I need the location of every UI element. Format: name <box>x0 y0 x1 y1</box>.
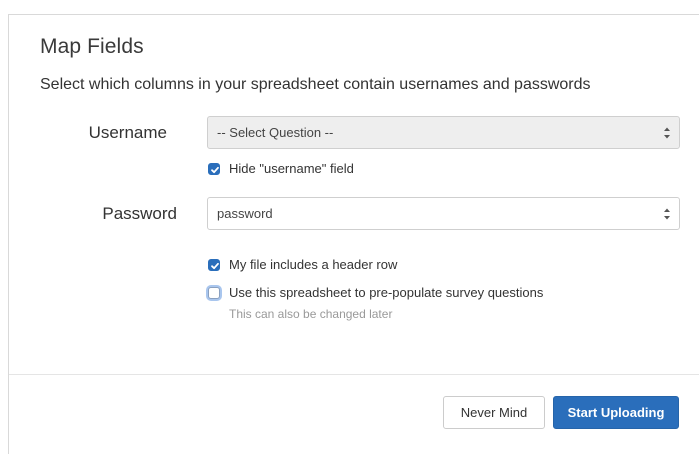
dialog-subtitle: Select which columns in your spreadsheet… <box>40 76 591 93</box>
footer-divider <box>9 374 699 375</box>
username-label: Username <box>88 123 167 142</box>
hide-username-checkbox[interactable] <box>208 162 220 175</box>
password-select[interactable]: password <box>207 197 680 230</box>
checkmark-icon <box>211 262 219 269</box>
header-row-option[interactable]: My file includes a header row <box>208 257 397 272</box>
map-fields-dialog: Map Fields Select which columns in your … <box>8 14 699 454</box>
select-caret-icon <box>664 208 670 220</box>
prepopulate-option[interactable]: Use this spreadsheet to pre-populate sur… <box>208 285 543 300</box>
username-select[interactable]: -- Select Question -- <box>207 116 680 149</box>
never-mind-button[interactable]: Never Mind <box>443 396 545 429</box>
hide-username-label: Hide "username" field <box>229 161 354 176</box>
header-row-label: My file includes a header row <box>229 257 398 272</box>
prepopulate-hint: This can also be changed later <box>229 307 393 321</box>
username-select-value: -- Select Question -- <box>217 125 334 140</box>
start-uploading-button[interactable]: Start Uploading <box>553 396 679 429</box>
prepopulate-checkbox[interactable] <box>208 286 220 299</box>
dialog-title: Map Fields <box>40 35 144 58</box>
hide-username-option[interactable]: Hide "username" field <box>208 161 354 176</box>
header-row-checkbox[interactable] <box>208 258 220 271</box>
prepopulate-label: Use this spreadsheet to pre-populate sur… <box>229 285 544 300</box>
password-select-value: password <box>217 206 273 221</box>
password-label: Password <box>102 204 177 223</box>
select-caret-icon <box>664 127 670 139</box>
checkmark-icon <box>211 166 219 173</box>
